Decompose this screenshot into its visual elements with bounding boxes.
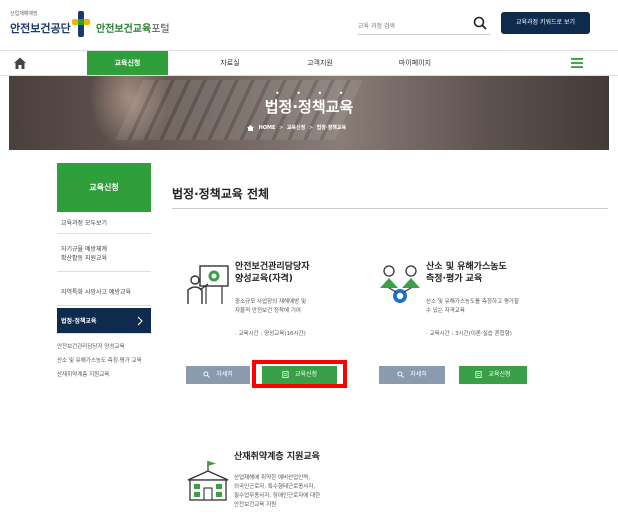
breadcrumb-home-icon <box>247 124 254 131</box>
search-input[interactable] <box>358 16 468 37</box>
sidebar-item-label: 확산활동 지원교육 <box>61 255 108 262</box>
course-time-safety-manager: · 교육시간 : 양성교육(16시간) <box>235 331 306 337</box>
course-apply-button-gas-measurement[interactable]: 교육신청 <box>459 366 527 384</box>
logo[interactable]: 산업재해예방 안전보건공단 안전보건교육포털 <box>10 11 170 37</box>
sidebar-item-label: 법정·정책교육 <box>61 318 97 325</box>
nav-item-resources[interactable]: 자료실 <box>205 51 255 75</box>
chevron-right-icon <box>137 316 143 326</box>
site-header: 산업재해예방 안전보건공단 안전보건교육포털 교육과정 키워드로 보기 <box>0 0 618 48</box>
home-icon[interactable] <box>12 55 28 71</box>
school-building-icon <box>187 461 229 501</box>
course-desc-line: 산업재해에 취약한 예비산업인력, <box>234 475 311 481</box>
course-desc-line: 수 있는 자격교육 <box>426 308 465 314</box>
button-label: 자세히 <box>410 371 427 378</box>
keyword-browse-button[interactable]: 교육과정 키워드로 보기 <box>501 12 590 34</box>
nav-item-customer-support[interactable]: 고객지원 <box>290 51 350 75</box>
sidebar-item-legal-policy[interactable]: 법정·정책교육 <box>57 308 151 334</box>
search-icon[interactable] <box>472 15 488 31</box>
nav-item-mypage[interactable]: 마이페이지 <box>385 51 445 75</box>
course-title-line: 안전보건관리담당자 <box>235 262 310 272</box>
logo-mark-icon <box>72 11 90 37</box>
sidebar-heading: 교육신청 <box>57 163 151 212</box>
course-title-gas-measurement: 산소 및 유해가스농도 측정·평가 교육 <box>426 261 507 285</box>
breadcrumb-separator: > <box>279 125 284 131</box>
gas-measurement-workers-icon <box>380 265 420 303</box>
section-divider <box>172 208 608 209</box>
course-desc-vulnerable-support: 산업재해에 취약한 예비산업인력, 외국인근로자, 특수형태근로종사자, 필수업… <box>234 474 320 510</box>
search-icon <box>397 371 405 378</box>
sidebar-subitem-gas-measurement[interactable]: 산소 및 유해가스농도 측정·평가 교육 <box>57 356 142 364</box>
breadcrumb: HOME > 교육신청 > 법정·정책교육 <box>247 124 346 131</box>
search-icon <box>203 371 211 378</box>
breadcrumb-separator: > <box>308 125 314 131</box>
course-title-vulnerable-support: 산재취약계층 지원교육 <box>234 452 320 462</box>
course-desc-safety-manager: 중소규모 사업장의 재해예방 및 자율적 안전보건 정착에 기여 <box>235 298 306 316</box>
sidebar-subitem-vulnerable-support[interactable]: 산재취약계층 지원교육 <box>57 370 109 378</box>
course-title-line: 산소 및 유해가스농도 <box>426 262 507 272</box>
course-desc-gas-measurement: 산소 및 유해가스농도를 측정하고 평가할 수 있는 자격교육 <box>426 298 519 316</box>
sidebar-item-all-courses[interactable]: 교육과정 모두보기 <box>57 213 151 234</box>
section-title: 법정·정책교육 전체 <box>172 187 270 201</box>
course-title-safety-manager: 안전보건관리담당자 양성교육(자격) <box>235 261 310 285</box>
sidebar-item-label: 교육과정 모두보기 <box>61 220 108 227</box>
course-desc-line: 외국인근로자, 특수형태근로종사자, <box>234 484 316 490</box>
course-time-gas-measurement: · 교육시간 : 3시간(이론·실습 혼합형) <box>426 331 512 337</box>
agency-small-label: 산업재해예방 <box>10 11 38 17</box>
course-detail-button-safety-manager[interactable]: 자세히 <box>186 366 250 384</box>
sidebar-item-self-regulation[interactable]: 자기규율 예방체계 확산활동 지원교육 <box>57 238 151 272</box>
course-desc-line: 안전보건교육 지원 <box>234 502 277 508</box>
course-title-line: 측정·평가 교육 <box>426 274 483 284</box>
page-title: 법정·정책교육 <box>264 98 354 116</box>
breadcrumb-current: 법정·정책교육 <box>316 125 347 131</box>
sidebar-subitem-safety-manager[interactable]: 안전보건관리담당자 양성교육 <box>57 342 125 350</box>
hamburger-menu-icon[interactable] <box>570 56 584 70</box>
sidebar-item-label: 지역특화 사망사고 예방교육 <box>61 289 132 296</box>
instructor-board-icon <box>187 265 229 304</box>
sidebar-item-regional-accident[interactable]: 지역특화 사망사고 예방교육 <box>57 279 151 306</box>
course-desc-line: 중소규모 사업장의 재해예방 및 <box>235 299 307 305</box>
course-title-line: 양성교육(자격) <box>235 274 293 284</box>
button-label: 자세히 <box>216 371 233 378</box>
nav-item-course-apply[interactable]: 교육신청 <box>87 51 168 75</box>
course-desc-line: 필수업무종사자, 장애인근로자에 대한 <box>234 493 321 499</box>
course-desc-line: 자율적 안전보건 정착에 기여 <box>235 308 301 314</box>
breadcrumb-course-apply[interactable]: 교육신청 <box>287 125 305 131</box>
document-icon <box>475 371 482 378</box>
page-banner: • • • • 법정·정책교육 HOME > 교육신청 > 법정·정책교육 <box>9 76 609 150</box>
main-nav: 교육신청 자료실 고객지원 마이페이지 <box>0 50 618 76</box>
course-detail-button-gas-measurement[interactable]: 자세히 <box>379 366 445 384</box>
breadcrumb-home[interactable]: HOME <box>259 125 276 131</box>
portal-name: 안전보건교육포털 <box>96 24 170 35</box>
search-box <box>358 13 490 37</box>
sidebar-item-label: 자기규율 예방체계 <box>61 246 108 253</box>
highlight-box <box>252 360 347 388</box>
course-desc-line: 산소 및 유해가스농도를 측정하고 평가할 <box>426 299 520 305</box>
button-label: 교육신청 <box>488 371 511 378</box>
agency-name: 안전보건공단 <box>10 22 71 35</box>
